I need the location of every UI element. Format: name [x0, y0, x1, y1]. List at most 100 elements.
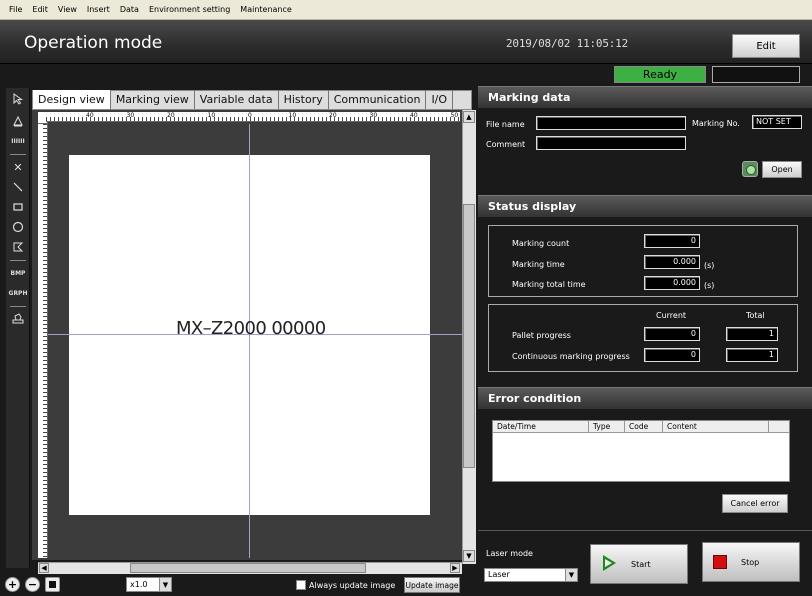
fit-view-icon[interactable] [45, 577, 60, 592]
ruler-label: 10 [207, 112, 216, 119]
tab-design-view[interactable]: Design view [33, 90, 111, 109]
vertical-guide [249, 124, 250, 558]
scroll-left-icon[interactable]: ◀ [39, 563, 49, 573]
zoom-value: x1.0 [130, 580, 148, 589]
marking-no-field: NOT SET [752, 115, 802, 129]
stamp-icon[interactable] [8, 310, 28, 328]
menu-edit[interactable]: Edit [27, 5, 53, 14]
ruler-label: 30 [369, 112, 378, 119]
menu-file[interactable]: File [4, 5, 27, 14]
chevron-down-icon: ▼ [159, 578, 171, 591]
marking-data-header: Marking data [478, 86, 812, 108]
open-button[interactable]: Open [762, 161, 802, 178]
tab-communication[interactable]: Communication [329, 90, 427, 109]
menu-insert[interactable]: Insert [82, 5, 115, 14]
cross-icon[interactable]: ✕ [8, 158, 28, 176]
ruler-label: 40 [410, 112, 418, 119]
stop-button[interactable]: Stop [702, 542, 800, 582]
horizontal-ruler [46, 112, 460, 122]
pointer-icon[interactable] [8, 90, 28, 108]
file-name-label: File name [486, 120, 525, 129]
marking-no-label: Marking No. [692, 119, 740, 128]
error-condition-header: Error condition [478, 387, 812, 409]
view-tabs: Design view Marking view Variable data H… [32, 90, 472, 110]
vertical-ruler [38, 124, 48, 558]
ruler-label: 40 [86, 112, 94, 119]
pallet-current-field: 0 [644, 327, 700, 341]
menu-data[interactable]: Data [115, 5, 144, 14]
status-secondary-badge [712, 66, 800, 83]
start-label: Start [631, 560, 651, 569]
file-name-field[interactable] [536, 116, 686, 130]
laser-mode-value: Laser [488, 570, 510, 579]
error-table[interactable]: Date/Time Type Code Content [492, 420, 790, 482]
ruler-label: 30 [126, 112, 135, 119]
marking-text-object[interactable]: MX–Z2000 00000 [176, 318, 326, 339]
always-update-label: Always update image [309, 580, 396, 590]
marking-count-field: 0 [644, 234, 700, 248]
comment-field[interactable] [536, 136, 686, 150]
bmp-icon[interactable]: BMP [8, 264, 28, 282]
menu-bar: File Edit View Insert Data Environment s… [0, 0, 812, 20]
scroll-down-icon[interactable]: ▼ [463, 550, 475, 562]
laser-mode-label: Laser mode [486, 549, 533, 558]
horizontal-scroll-thumb[interactable] [130, 563, 366, 573]
tab-marking-view[interactable]: Marking view [111, 90, 195, 109]
menu-view[interactable]: View [53, 5, 82, 14]
start-button[interactable]: Start [590, 544, 688, 584]
always-update-checkbox[interactable] [296, 580, 306, 590]
menu-environment-setting[interactable]: Environment setting [144, 5, 235, 14]
marking-total-time-label: Marking total time [512, 280, 586, 289]
zoom-in-icon[interactable]: + [5, 577, 20, 592]
current-column-label: Current [656, 311, 687, 320]
status-badge: Ready [614, 66, 706, 83]
stop-icon [713, 555, 727, 569]
datetime-display: 2019/08/02 11:05:12 [506, 37, 629, 50]
tab-io[interactable]: I/O [426, 90, 454, 109]
col-content: Content [663, 421, 769, 432]
chevron-down-icon: ▼ [565, 569, 577, 581]
ruler-label: 50 [450, 112, 459, 119]
marking-total-time-field: 0.000 [644, 276, 700, 290]
scroll-up-icon[interactable]: ▲ [463, 111, 475, 123]
continuous-total-field: 1 [726, 348, 778, 362]
always-update-image[interactable]: Always update image [296, 580, 395, 590]
comment-label: Comment [486, 140, 526, 149]
circle-icon[interactable] [8, 218, 28, 236]
line-icon[interactable] [8, 178, 28, 196]
error-table-header: Date/Time Type Code Content [493, 421, 789, 433]
page-title: Operation mode [24, 33, 163, 53]
menu-maintenance[interactable]: Maintenance [235, 5, 297, 14]
col-date-time: Date/Time [493, 421, 589, 432]
status-led-icon [742, 161, 758, 177]
col-type: Type [589, 421, 625, 432]
marking-time-unit: (s) [704, 261, 715, 270]
barcode-icon[interactable]: IIIIII [8, 132, 28, 150]
marking-time-label: Marking time [512, 260, 565, 269]
zoom-select[interactable]: x1.0 ▼ [126, 577, 172, 592]
continuous-current-field: 0 [644, 348, 700, 362]
laser-mode-select[interactable]: Laser ▼ [484, 568, 578, 582]
ruler-label: 10 [288, 112, 297, 119]
tab-variable-data[interactable]: Variable data [195, 90, 279, 109]
ruler-label: 20 [329, 112, 337, 119]
graph-icon[interactable]: GRPH [8, 284, 28, 302]
marking-count-label: Marking count [512, 239, 570, 248]
status-display-header: Status display [478, 195, 812, 217]
ruler-label: 20 [167, 112, 175, 119]
tab-history[interactable]: History [279, 90, 329, 109]
scroll-right-icon[interactable]: ▶ [450, 563, 460, 573]
cancel-error-button[interactable]: Cancel error [722, 494, 788, 513]
drawing-toolbar: IIIIII ✕ BMP GRPH [6, 88, 30, 568]
pallet-total-field: 1 [726, 327, 778, 341]
triangle-icon[interactable] [8, 112, 28, 130]
polygon-icon[interactable] [8, 238, 28, 256]
edit-button[interactable]: Edit [732, 34, 800, 58]
marking-time-field: 0.000 [644, 255, 700, 269]
rectangle-icon[interactable] [8, 198, 28, 216]
zoom-out-icon[interactable]: − [25, 577, 40, 592]
continuous-progress-label: Continuous marking progress [512, 352, 630, 361]
col-code: Code [625, 421, 663, 432]
vertical-scroll-thumb[interactable] [463, 204, 475, 468]
update-image-button[interactable]: Update image [404, 577, 460, 593]
